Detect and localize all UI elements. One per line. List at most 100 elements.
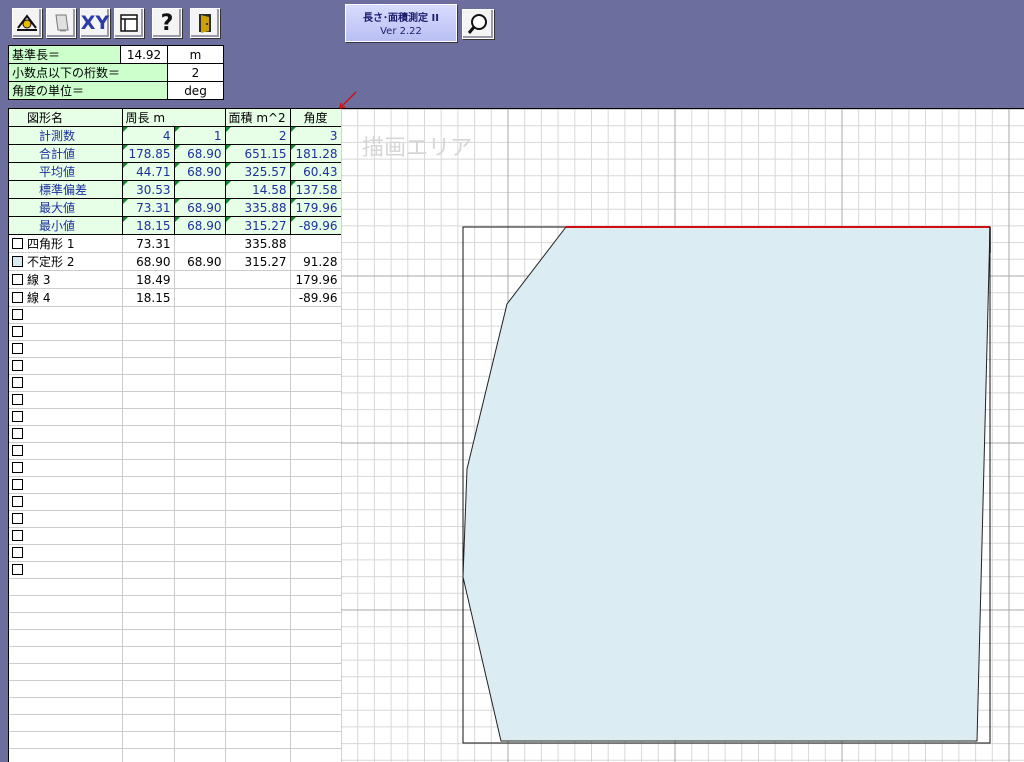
shape-name-cell[interactable]: 不定形 2 <box>9 253 122 271</box>
table-row[interactable] <box>9 579 341 596</box>
table-row[interactable] <box>9 324 341 341</box>
row-checkbox[interactable] <box>12 309 23 320</box>
shape-name-cell[interactable] <box>9 596 122 613</box>
row-checkbox[interactable] <box>12 292 23 303</box>
row-checkbox[interactable] <box>12 394 23 405</box>
shape-name-cell[interactable] <box>9 528 122 545</box>
shape-name-cell[interactable] <box>9 460 122 477</box>
perimeter-2-cell: 68.90 <box>174 253 225 271</box>
table-row[interactable] <box>9 647 341 664</box>
shape-name-cell[interactable] <box>9 307 122 324</box>
stats-value: 325.57 <box>225 163 290 181</box>
table-row[interactable] <box>9 528 341 545</box>
shape-name-cell[interactable] <box>9 375 122 392</box>
shape-name-cell[interactable] <box>9 324 122 341</box>
shape-name-cell[interactable] <box>9 613 122 630</box>
shape-name-cell[interactable] <box>9 630 122 647</box>
table-row[interactable] <box>9 511 341 528</box>
help-button[interactable]: ? <box>152 8 182 38</box>
row-checkbox[interactable] <box>12 343 23 354</box>
shape-name-cell[interactable] <box>9 545 122 562</box>
table-row[interactable] <box>9 375 341 392</box>
table-row[interactable] <box>9 545 341 562</box>
table-row[interactable] <box>9 698 341 715</box>
table-row[interactable] <box>9 341 341 358</box>
drawing-canvas[interactable] <box>341 109 1024 762</box>
row-checkbox[interactable] <box>12 513 23 524</box>
shape-name-cell[interactable] <box>9 358 122 375</box>
row-checkbox[interactable] <box>12 428 23 439</box>
table-row[interactable]: 線 418.15-89.96 <box>9 289 341 307</box>
row-checkbox[interactable] <box>12 462 23 473</box>
table-row[interactable] <box>9 426 341 443</box>
shape-name-cell[interactable] <box>9 443 122 460</box>
shape-name-cell[interactable] <box>9 341 122 358</box>
area-cell <box>225 271 290 289</box>
row-checkbox[interactable] <box>12 411 23 422</box>
table-row[interactable]: 四角形 173.31335.88 <box>9 235 341 253</box>
table-row[interactable] <box>9 494 341 511</box>
table-row[interactable] <box>9 664 341 681</box>
decimal-digits-value[interactable]: 2 <box>168 64 224 82</box>
row-checkbox[interactable] <box>12 547 23 558</box>
table-row[interactable] <box>9 749 341 762</box>
row-checkbox[interactable] <box>12 238 23 249</box>
shape-name-cell[interactable] <box>9 477 122 494</box>
base-length-value[interactable]: 14.92 <box>121 46 168 64</box>
shape-name-cell[interactable] <box>9 681 122 698</box>
shape-name-cell[interactable] <box>9 511 122 528</box>
zoom-button[interactable] <box>462 9 494 39</box>
row-checkbox[interactable] <box>12 564 23 575</box>
table-row[interactable] <box>9 732 341 749</box>
row-checkbox[interactable] <box>12 256 23 267</box>
measure-tool-button[interactable] <box>12 8 42 38</box>
shape-name-cell[interactable] <box>9 749 122 762</box>
table-row[interactable] <box>9 613 341 630</box>
table-row[interactable] <box>9 715 341 732</box>
shape-name-cell[interactable] <box>9 562 122 579</box>
table-row[interactable] <box>9 358 341 375</box>
table-row[interactable] <box>9 630 341 647</box>
row-checkbox[interactable] <box>12 496 23 507</box>
eraser-button[interactable] <box>46 8 76 38</box>
row-checkbox[interactable] <box>12 274 23 285</box>
row-checkbox[interactable] <box>12 479 23 490</box>
shape-name-cell[interactable]: 四角形 1 <box>9 235 122 253</box>
shape-name-cell[interactable] <box>9 392 122 409</box>
shape-name-cell[interactable] <box>9 732 122 749</box>
angle-unit-value[interactable]: deg <box>168 82 224 100</box>
shape-name-cell[interactable] <box>9 698 122 715</box>
shape-name-cell[interactable] <box>9 409 122 426</box>
perimeter-cell: 18.49 <box>122 271 174 289</box>
table-row[interactable] <box>9 307 341 324</box>
table-row[interactable] <box>9 409 341 426</box>
table-row[interactable] <box>9 596 341 613</box>
shape-name-cell[interactable] <box>9 579 122 596</box>
table-row[interactable] <box>9 562 341 579</box>
shape-name-cell[interactable] <box>9 664 122 681</box>
xy-button[interactable]: XY <box>80 8 110 38</box>
shape-name-cell[interactable]: 線 3 <box>9 271 122 289</box>
row-checkbox[interactable] <box>12 360 23 371</box>
drawing-area[interactable] <box>341 108 1024 762</box>
table-row[interactable] <box>9 392 341 409</box>
row-checkbox[interactable] <box>12 530 23 541</box>
angle-cell: -89.96 <box>290 289 341 307</box>
shape-name-cell[interactable] <box>9 647 122 664</box>
window-button[interactable] <box>114 8 144 38</box>
table-row[interactable] <box>9 460 341 477</box>
table-row[interactable] <box>9 477 341 494</box>
table-row[interactable]: 線 318.49179.96 <box>9 271 341 289</box>
table-row[interactable] <box>9 681 341 698</box>
table-row[interactable] <box>9 443 341 460</box>
shape-name-cell[interactable] <box>9 715 122 732</box>
table-row[interactable]: 不定形 268.9068.90315.2791.28 <box>9 253 341 271</box>
row-checkbox[interactable] <box>12 326 23 337</box>
shape-name-cell[interactable] <box>9 426 122 443</box>
row-checkbox[interactable] <box>12 445 23 456</box>
shape-name-cell[interactable]: 線 4 <box>9 289 122 307</box>
shape-name-cell[interactable] <box>9 494 122 511</box>
exit-button[interactable] <box>190 8 220 38</box>
col-header-area: 面積 m^2 <box>225 109 290 127</box>
row-checkbox[interactable] <box>12 377 23 388</box>
